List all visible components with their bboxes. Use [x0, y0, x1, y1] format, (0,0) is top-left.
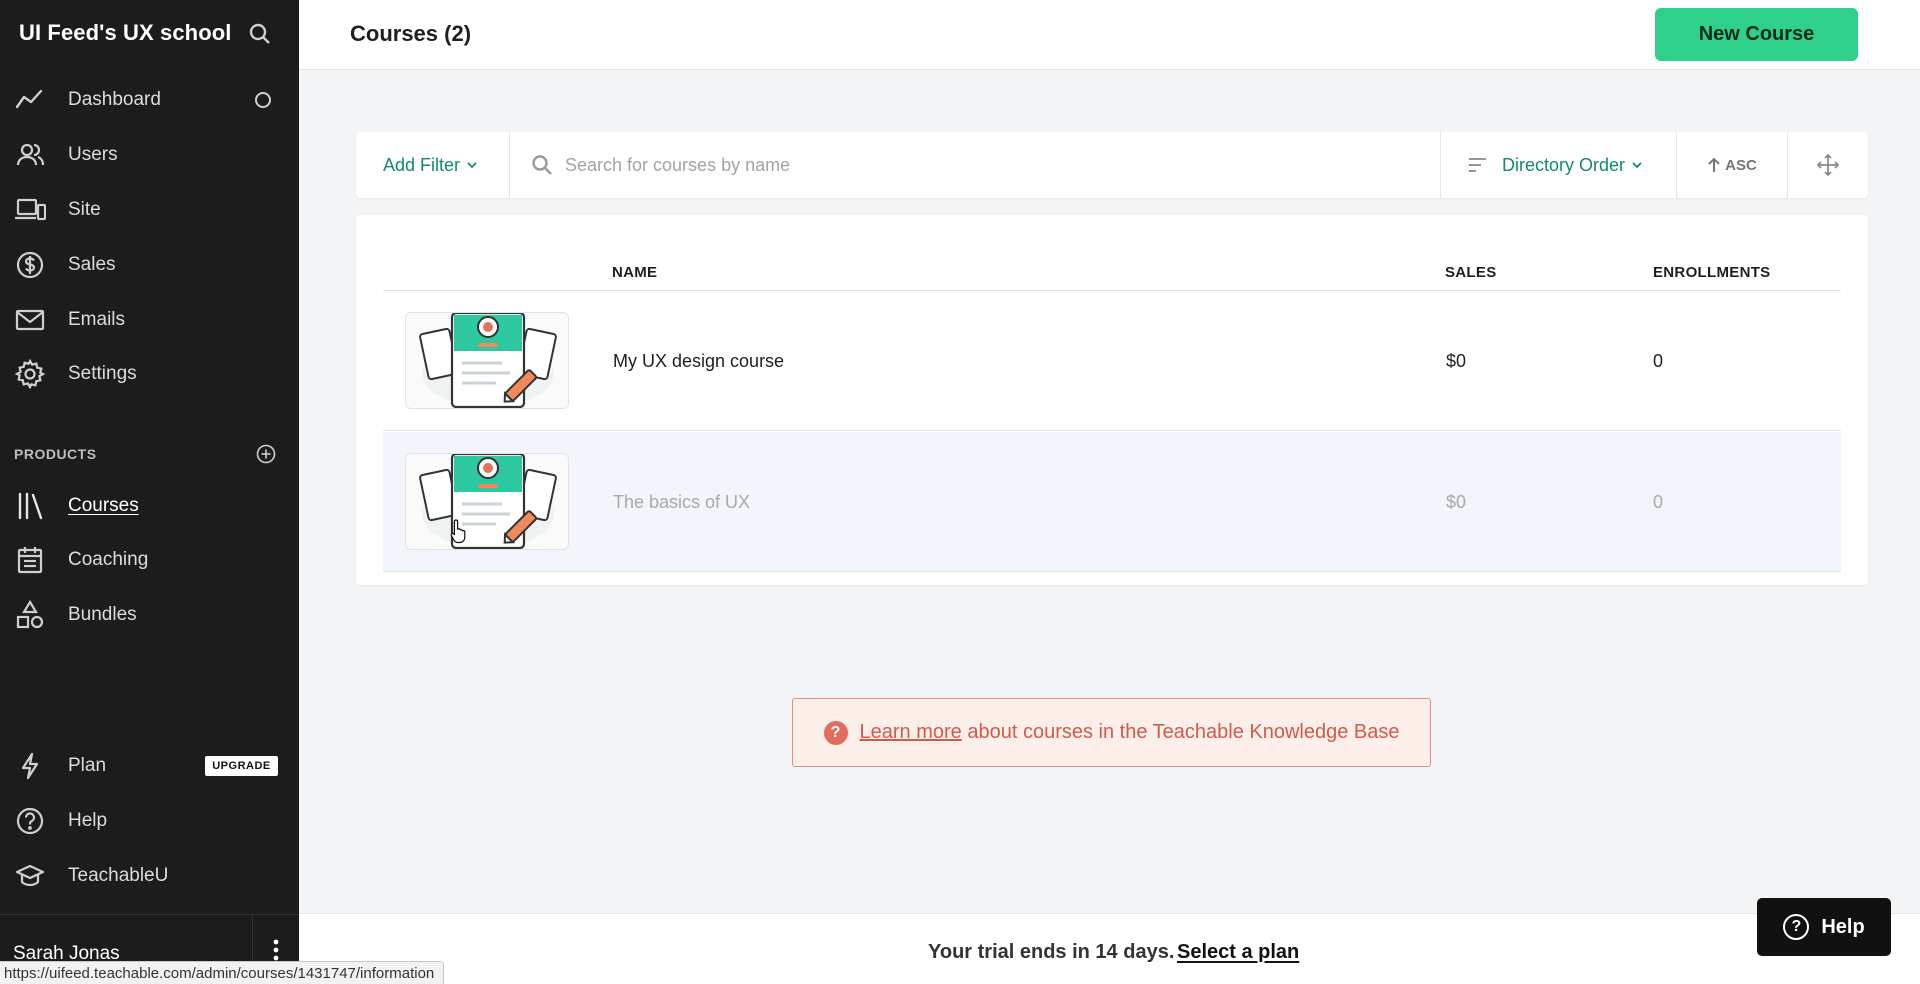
courses-table: NAME SALES ENROLLMENTS My UX design cour… [356, 215, 1868, 585]
table-row[interactable]: My UX design course $0 0 [383, 291, 1841, 431]
status-indicator [255, 92, 271, 108]
shapes-icon [14, 599, 46, 631]
course-sales: $0 [1446, 492, 1467, 512]
library-icon [14, 490, 46, 522]
sort-order-label: Directory Order [1502, 154, 1626, 175]
upgrade-badge[interactable]: UPGRADE [205, 756, 278, 776]
sort-direction-button[interactable]: ASC [1677, 132, 1788, 198]
select-plan-link[interactable]: Select a plan [1177, 941, 1299, 964]
banner-text: about courses in the Teachable Knowledge… [961, 721, 1400, 743]
trend-line-icon [14, 84, 46, 116]
sidebar-item-site[interactable]: Site [0, 186, 299, 234]
browser-status-url: https://uifeed.teachable.com/admin/cours… [0, 961, 445, 984]
sidebar-item-label: Emails [68, 309, 126, 330]
course-enrollments: 0 [1653, 351, 1664, 371]
table-row[interactable]: The basics of UX $0 0 [383, 432, 1841, 572]
top-bar: Courses (2) New Course [299, 0, 1920, 70]
sidebar-item-teachableu[interactable]: TeachableU [0, 852, 299, 900]
sidebar-item-bundles[interactable]: Bundles [0, 591, 299, 639]
search-input[interactable] [565, 154, 1425, 176]
sidebar-item-label: Users [68, 144, 118, 165]
sidebar-item-coaching[interactable]: Coaching [0, 536, 299, 584]
sidebar-item-label: Dashboard [68, 89, 161, 110]
sidebar-item-label: Courses [68, 495, 139, 516]
add-filter-button[interactable]: Add Filter [356, 132, 510, 198]
reorder-button[interactable] [1788, 132, 1868, 198]
column-header-enrollments[interactable]: ENROLLMENTS [1653, 264, 1770, 281]
course-name[interactable]: The basics of UX [613, 492, 750, 513]
knowledge-base-banner: ? Learn more about courses in the Teacha… [792, 698, 1431, 767]
sort-direction-label: ASC [1725, 156, 1757, 174]
sidebar-item-help[interactable]: Help [0, 797, 299, 845]
devices-icon [14, 194, 46, 226]
school-name[interactable]: UI Feed's UX school [19, 20, 232, 46]
column-header-sales[interactable]: SALES [1445, 264, 1497, 281]
trial-message: Your trial ends in 14 days. [928, 941, 1175, 963]
filter-bar: Add Filter Directory Order ASC [356, 132, 1868, 198]
sidebar-item-label: Site [68, 199, 101, 220]
calendar-icon [14, 544, 46, 576]
help-circle-icon [14, 805, 46, 837]
dollar-circle-icon [14, 249, 46, 281]
move-arrows-icon [1816, 153, 1840, 177]
sidebar-item-label: Sales [68, 254, 116, 275]
sidebar-item-courses[interactable]: Courses [0, 482, 299, 530]
sidebar-item-label: Coaching [68, 549, 149, 570]
course-sales: $0 [1446, 351, 1467, 371]
search-icon [532, 155, 552, 175]
gear-icon [14, 358, 46, 390]
help-label: Help [1821, 915, 1865, 938]
sort-order-dropdown[interactable]: Directory Order [1441, 132, 1677, 198]
products-section-label: PRODUCTS [14, 446, 97, 462]
sidebar: UI Feed's UX school Dashboard Users Site… [0, 0, 299, 984]
learn-more-link[interactable]: Learn more [860, 721, 962, 744]
sidebar-item-label: Settings [68, 363, 137, 384]
sidebar-item-label: TeachableU [68, 865, 169, 886]
question-icon: ? [1783, 914, 1810, 940]
search-field [510, 132, 1441, 198]
help-widget-button[interactable]: ? Help [1757, 898, 1891, 956]
page-title: Courses (2) [350, 21, 472, 46]
sidebar-item-plan[interactable]: Plan UPGRADE [0, 742, 299, 790]
envelope-icon [14, 304, 46, 336]
sidebar-item-settings[interactable]: Settings [0, 350, 299, 398]
trial-bar: Your trial ends in 14 days. Select a pla… [299, 913, 1920, 984]
lightning-icon [14, 750, 46, 782]
hand-cursor-icon [450, 519, 466, 544]
column-header-name[interactable]: NAME [612, 264, 657, 281]
course-name[interactable]: My UX design course [613, 351, 784, 372]
course-thumbnail [405, 312, 569, 409]
sidebar-item-emails[interactable]: Emails [0, 296, 299, 344]
sidebar-item-label: Help [68, 810, 108, 831]
sidebar-item-dashboard[interactable]: Dashboard [0, 76, 299, 124]
course-thumbnail [405, 453, 569, 550]
chevron-down-icon [467, 162, 477, 169]
new-course-button[interactable]: New Course [1655, 8, 1858, 61]
add-filter-label: Add Filter [383, 154, 461, 175]
search-icon[interactable] [248, 22, 272, 46]
chevron-down-icon [1632, 162, 1642, 169]
sidebar-item-label: Plan [68, 755, 107, 776]
sidebar-item-sales[interactable]: Sales [0, 241, 299, 289]
graduation-cap-icon [14, 860, 46, 892]
sidebar-item-label: Bundles [68, 604, 137, 625]
sort-lines-icon [1469, 158, 1486, 172]
users-icon [14, 139, 46, 171]
question-icon: ? [823, 720, 848, 745]
add-product-icon[interactable] [256, 444, 276, 464]
sidebar-item-users[interactable]: Users [0, 131, 299, 179]
arrow-up-icon [1708, 157, 1720, 172]
course-enrollments: 0 [1653, 492, 1664, 512]
table-header: NAME SALES ENROLLMENTS [383, 247, 1841, 291]
more-vertical-icon [273, 939, 279, 961]
